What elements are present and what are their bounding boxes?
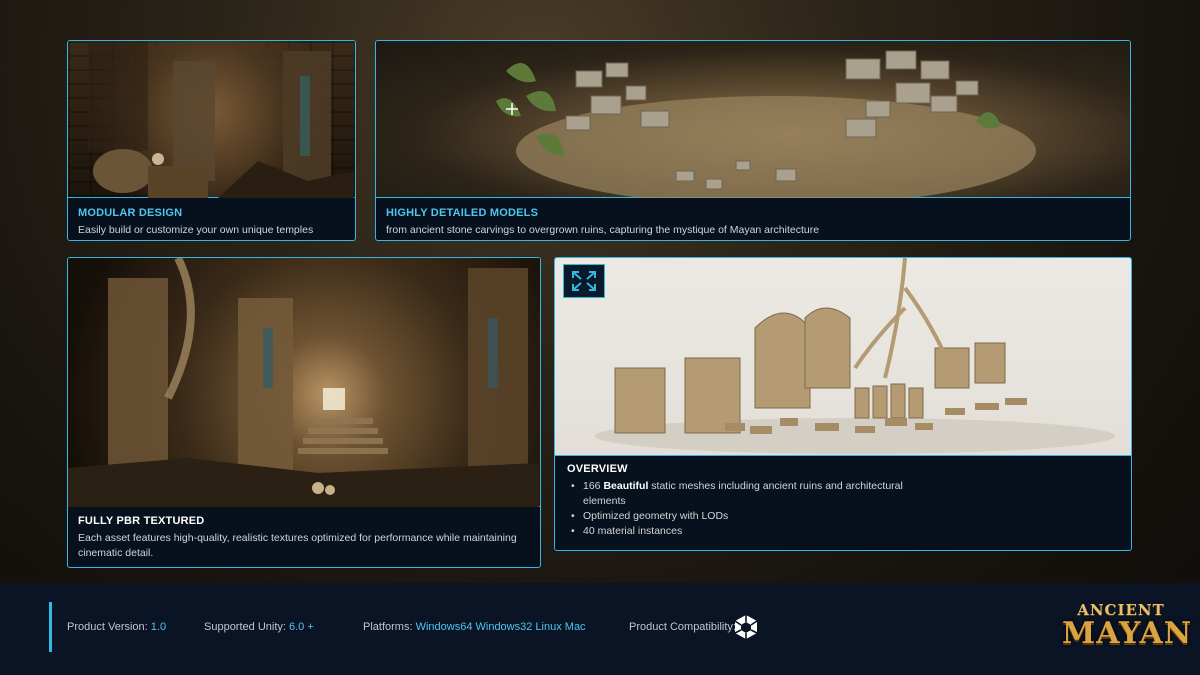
list-item: 40 material instances	[567, 524, 907, 539]
asset-overview-image	[555, 258, 1131, 456]
card-description: from ancient stone carvings to overgrown…	[386, 224, 820, 236]
supported-unity: Supported Unity: 6.0 +	[204, 621, 314, 633]
platform-windows32: Windows32	[475, 621, 533, 633]
product-compatibility-label: Product Compatibility:	[629, 621, 736, 633]
feature-card-modular-design: MODULAR DESIGN Easily build or customize…	[67, 40, 356, 241]
overview-title: OVERVIEW	[567, 463, 628, 475]
platforms: Platforms: Windows64 Windows32 Linux Mac	[363, 621, 586, 633]
card-description: Easily build or customize your own uniqu…	[78, 224, 314, 236]
overview-card: OVERVIEW 166 Beautiful static meshes inc…	[554, 257, 1132, 551]
card-text: HIGHLY DETAILED MODELS from ancient ston…	[386, 207, 1120, 238]
platform-mac: Mac	[564, 621, 586, 633]
accent-bar	[49, 602, 52, 652]
feature-card-pbr-textured: FULLY PBR TEXTURED Each asset features h…	[67, 257, 541, 568]
card-text: FULLY PBR TEXTURED Each asset features h…	[78, 515, 530, 561]
overview-list: 166 Beautiful static meshes including an…	[567, 479, 1121, 539]
temple-interior-illustration	[88, 41, 354, 198]
overview-text: OVERVIEW 166 Beautiful static meshes inc…	[567, 463, 1121, 539]
list-item: Optimized geometry with LODs	[567, 509, 907, 524]
expand-button[interactable]	[563, 264, 605, 298]
temple-hall-illustration	[68, 258, 539, 507]
asset-overview-illustration	[595, 258, 1115, 454]
platform-linux: Linux	[535, 621, 562, 633]
ancient-mayan-logo: ANCIENT MAYAN	[1062, 601, 1193, 659]
platform-windows64: Windows64	[415, 621, 473, 633]
product-version: Product Version: 1.0	[67, 621, 167, 633]
product-info-footer: Product Version: 1.0 Supported Unity: 6.…	[0, 583, 1200, 675]
card-title: MODULAR DESIGN	[78, 207, 183, 219]
temple-hall-image	[68, 258, 540, 507]
card-title: HIGHLY DETAILED MODELS	[386, 207, 539, 219]
feature-card-detailed-models: HIGHLY DETAILED MODELS from ancient ston…	[375, 40, 1131, 241]
unity-logo	[734, 614, 758, 645]
ruins-rubble-illustration	[496, 50, 1036, 206]
temple-interior-image	[68, 41, 355, 198]
ruins-rubble-image	[376, 41, 1130, 206]
card-title: FULLY PBR TEXTURED	[78, 515, 205, 527]
unity-icon	[734, 615, 758, 639]
card-description: Each asset features high-quality, realis…	[78, 532, 517, 559]
expand-icon	[572, 271, 596, 291]
list-item: 166 Beautiful static meshes including an…	[567, 479, 907, 509]
logo-line-2: MAYAN	[1062, 616, 1193, 651]
card-text: MODULAR DESIGN Easily build or customize…	[78, 207, 345, 238]
crosshair-cursor-icon	[506, 103, 518, 115]
